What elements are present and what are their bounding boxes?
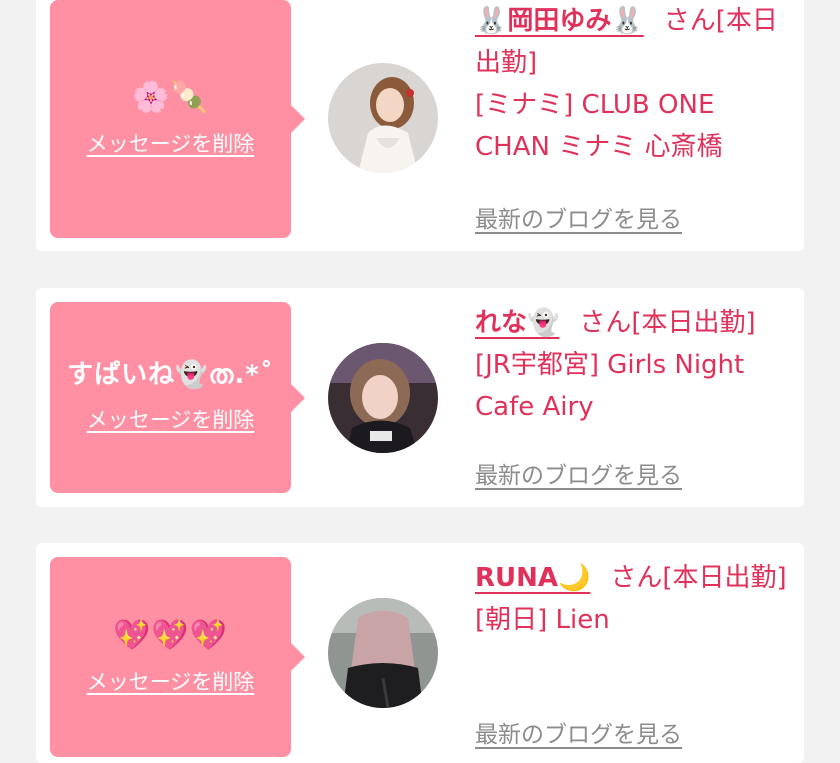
- message-text: すぱいね👻ത.*˚: [67, 360, 274, 391]
- avatar[interactable]: [328, 343, 438, 453]
- message-bubble: 🌸🍡 メッセージを削除: [50, 0, 305, 238]
- message-text: 💖💖💖: [112, 617, 229, 653]
- cast-name-link[interactable]: RUNA🌙: [475, 563, 590, 593]
- favorite-card: 💖💖💖 メッセージを削除 RUNA🌙 さん[本日出勤] [朝日] Lien 最新の…: [36, 543, 804, 763]
- cast-name-link[interactable]: 🐰岡田ゆみ🐰: [475, 6, 644, 36]
- shop-name: [ミナミ] CLUB ONE CHAN ミナミ 心斎橋: [475, 90, 723, 162]
- avatar[interactable]: [328, 598, 438, 708]
- favorite-card: すぱいね👻ത.*˚ メッセージを削除 れな👻 さん[本日出勤] [JR宇都宮] G…: [36, 288, 804, 507]
- avatar[interactable]: [328, 63, 438, 173]
- shop-name: [朝日] Lien: [475, 605, 610, 635]
- message-bubble: 💖💖💖 メッセージを削除: [50, 557, 305, 757]
- shop-name: [JR宇都宮] Girls Night Cafe Airy: [475, 350, 745, 422]
- cast-status: さん[本日出勤]: [610, 563, 787, 593]
- cast-info: 🐰岡田ゆみ🐰 さん[本日出勤] [ミナミ] CLUB ONE CHAN ミナミ 心…: [475, 0, 795, 168]
- cast-status: さん[本日出勤]: [579, 308, 756, 338]
- delete-message-link[interactable]: メッセージを削除: [87, 128, 255, 158]
- favorite-card: 🌸🍡 メッセージを削除 🐰岡田ゆみ🐰 さん[本日出勤] [ミナミ] CLUB ON…: [36, 0, 804, 251]
- latest-blog-link[interactable]: 最新のブログを見る: [475, 200, 682, 234]
- cast-info: れな👻 さん[本日出勤] [JR宇都宮] Girls Night Cafe Air…: [475, 302, 795, 428]
- message-text: 🌸🍡: [132, 79, 209, 115]
- cast-name-link[interactable]: れな👻: [475, 308, 559, 338]
- latest-blog-link[interactable]: 最新のブログを見る: [475, 715, 682, 749]
- cast-info: RUNA🌙 さん[本日出勤] [朝日] Lien: [475, 557, 795, 641]
- message-bubble: すぱいね👻ത.*˚ メッセージを削除: [50, 302, 305, 493]
- delete-message-link[interactable]: メッセージを削除: [87, 404, 255, 434]
- latest-blog-link[interactable]: 最新のブログを見る: [475, 456, 682, 490]
- delete-message-link[interactable]: メッセージを削除: [87, 666, 255, 696]
